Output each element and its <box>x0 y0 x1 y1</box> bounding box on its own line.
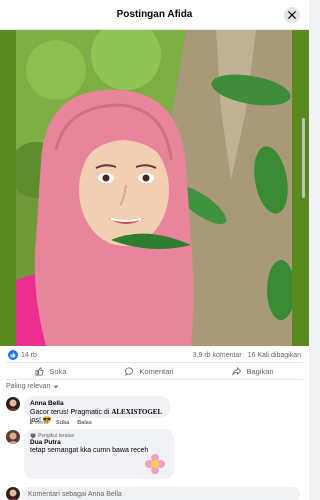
comment-bubble: Anna Bella Gacor terus! Pragmatic di ALE… <box>24 396 170 424</box>
comment-icon <box>125 366 134 376</box>
post-photo-frame <box>0 30 309 346</box>
avatar[interactable] <box>6 430 20 444</box>
comment-bubble: Pengikut teratas Dua Putra tetap semanga… <box>24 429 174 479</box>
comment-input[interactable]: Komentari sebagai Anna Bella <box>22 487 300 500</box>
post-photo[interactable] <box>16 30 292 346</box>
reactions-summary[interactable]: 14 rb <box>8 350 37 360</box>
comment-sort-dropdown[interactable]: Paling relevan <box>6 383 59 390</box>
close-button[interactable] <box>284 7 300 23</box>
chevron-down-icon <box>53 385 59 388</box>
share-icon <box>232 366 242 375</box>
comment-button[interactable]: Komentari <box>125 366 174 376</box>
flower-sticker-icon <box>145 454 165 474</box>
dialog-header: Postingan Afida <box>0 0 309 30</box>
like-reaction-icon <box>8 350 18 360</box>
avatar[interactable] <box>6 397 20 411</box>
comment-author[interactable]: Dua Putra <box>30 439 168 446</box>
comments-count[interactable]: 3,9 rb komentar <box>193 352 242 359</box>
comment-reply-link[interactable]: Balas <box>77 420 92 426</box>
comment-meta: 1 menit Suka Balas <box>30 420 92 426</box>
thumbs-up-icon <box>35 366 45 376</box>
dialog-title: Postingan Afida <box>116 9 193 20</box>
comment-sort-label: Paling relevan <box>6 383 51 390</box>
comment-like-link[interactable]: Suka <box>56 420 69 426</box>
avatar[interactable] <box>6 487 20 500</box>
like-button-label: Suka <box>49 366 67 376</box>
comment-input-placeholder: Komentari sebagai Anna Bella <box>28 490 122 498</box>
close-icon <box>288 11 296 19</box>
comment-time[interactable]: 1 menit <box>30 420 48 426</box>
scrollbar[interactable] <box>302 118 305 198</box>
like-button[interactable]: Suka <box>35 366 67 376</box>
comment-button-label: Komentari <box>139 366 174 376</box>
reactions-count: 14 rb <box>21 351 37 359</box>
post-dialog: Postingan Afida 14 rb 3,9 rb komentar 16… <box>0 0 309 500</box>
selfie-illustration <box>16 30 292 346</box>
shares-count[interactable]: 16 Kali dibagikan <box>248 352 301 359</box>
share-button[interactable]: Bagikan <box>232 366 274 376</box>
comment-author[interactable]: Anna Bella <box>30 400 164 407</box>
post-actions: Suka Komentari Bagikan <box>6 362 303 380</box>
share-button-label: Bagikan <box>246 366 274 376</box>
